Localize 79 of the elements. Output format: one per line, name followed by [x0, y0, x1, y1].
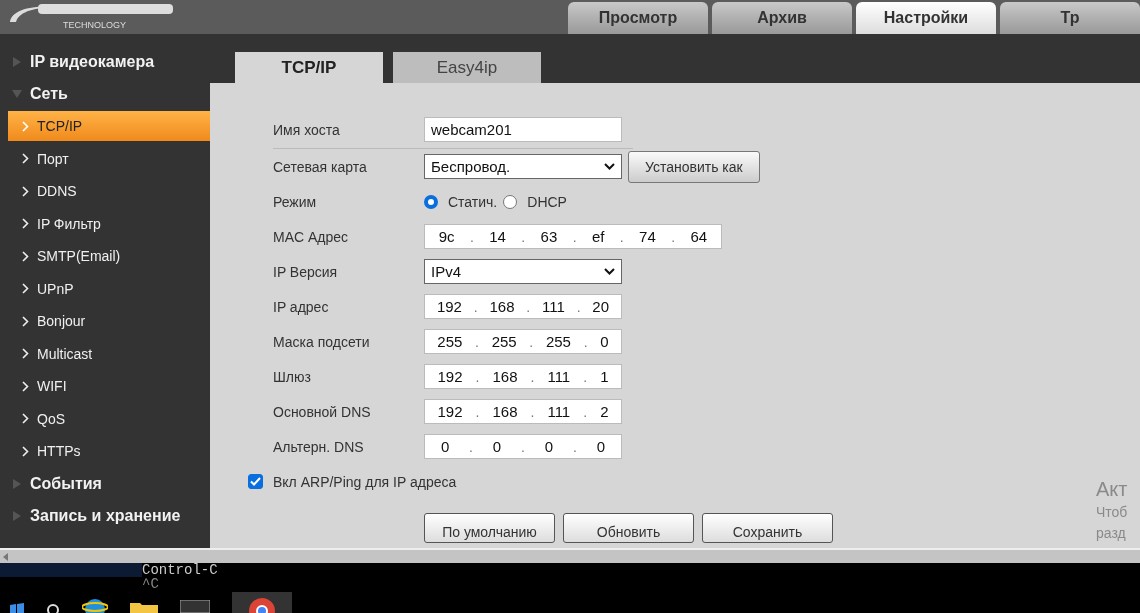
text-field[interactable]: webcam201 [424, 117, 622, 142]
menu-item[interactable]: SMTP(Email) [8, 241, 210, 271]
menu-item[interactable]: TCP/IP [8, 111, 210, 141]
menu-item[interactable]: DDNS [8, 176, 210, 206]
menu-item[interactable]: WIFI [8, 371, 210, 401]
activation-notice-text: Акт [1096, 477, 1129, 502]
menu-item[interactable]: IP Фильтр [8, 208, 210, 239]
menu-section[interactable]: События [0, 467, 210, 500]
menu-item[interactable]: HTTPs [8, 436, 210, 466]
ip-address-field[interactable]: 192 . 168 . 111 . 20 [424, 294, 622, 319]
chevron-right-icon [22, 185, 29, 197]
ip-address-field[interactable]: 255 . 255 . 255 . 0 [424, 329, 622, 354]
field-label: Шлюз [273, 368, 312, 385]
scroll-left-arrow-icon[interactable] [3, 552, 9, 561]
activation-notice-text: Чтоб [1096, 503, 1129, 522]
chevron-right-icon [22, 218, 29, 229]
checkbox-label: Вкл ARP/Ping для IP адреса [273, 473, 457, 490]
menu-item[interactable]: Порт [8, 143, 210, 174]
terminal-icon[interactable] [180, 600, 210, 613]
menu-item[interactable]: Bonjour [8, 306, 210, 336]
terminal-text: Control-C [142, 563, 218, 577]
field-label: IP адрес [273, 298, 330, 315]
chevron-right-icon [22, 315, 29, 327]
expanded-triangle-icon [12, 89, 22, 99]
chevron-right-icon [22, 348, 29, 359]
dropdown[interactable]: Беспровод. [424, 154, 622, 179]
browser-e-icon[interactable] [82, 597, 108, 613]
form-button[interactable]: По умолчанию [424, 513, 555, 543]
activation-notice-text: разд [1096, 524, 1127, 543]
menu-section[interactable]: Сеть [0, 78, 210, 110]
radio-button[interactable] [424, 194, 438, 209]
chevron-right-icon [22, 283, 29, 294]
nav-tab[interactable]: Архив [712, 2, 852, 34]
collapsed-triangle-icon [12, 57, 22, 67]
nav-tab[interactable]: Просмотр [568, 2, 708, 34]
settings-tab[interactable]: Easy4ip [393, 52, 541, 83]
chevron-right-icon [22, 413, 29, 424]
dropdown[interactable]: IPv4 [424, 259, 622, 284]
field-label: Сетевая карта [273, 158, 368, 175]
field-label: IP Версия [273, 263, 339, 280]
field-label: Основной DNS [273, 403, 372, 420]
windows-start-icon[interactable] [10, 603, 24, 613]
chevron-right-icon [22, 380, 29, 392]
radio-label: DHCP [527, 193, 567, 210]
chevron-right-icon [22, 120, 29, 132]
form-button[interactable]: Обновить [563, 513, 694, 543]
checkbox[interactable] [248, 474, 263, 489]
field-label: Альтерн. DNS [273, 438, 365, 455]
menu-item[interactable]: QoS [8, 403, 210, 434]
chevron-right-icon [22, 153, 29, 164]
settings-tab[interactable]: TCP/IP [235, 52, 383, 83]
search-icon[interactable] [46, 603, 60, 613]
folder-icon[interactable] [130, 601, 158, 613]
collapsed-triangle-icon [12, 478, 22, 489]
radio-label: Статич. [448, 193, 498, 210]
terminal-text: ^C [142, 577, 160, 591]
ip-address-field[interactable]: 192 . 168 . 111 . 1 [424, 364, 622, 389]
menu-item[interactable]: UPnP [8, 273, 210, 304]
chevron-right-icon [22, 445, 29, 457]
chevron-right-icon [22, 250, 29, 262]
field-label: Режим [273, 193, 318, 210]
form-button[interactable]: Сохранить [702, 513, 833, 543]
field-label: Маска подсети [273, 333, 371, 350]
ip-address-field[interactable]: 0 . 0 . 0 . 0 [424, 434, 622, 459]
collapsed-triangle-icon [12, 510, 22, 521]
ip-address-field[interactable]: 192 . 168 . 111 . 2 [424, 399, 622, 424]
set-as-button[interactable]: Установить как [628, 150, 760, 183]
field-label: Имя хоста [273, 121, 341, 138]
caret-icon [604, 268, 615, 275]
mac-address-field[interactable]: 9c . 14 . 63 . ef . 74 . 64 [424, 224, 722, 249]
radio-button[interactable] [503, 194, 518, 209]
menu-section[interactable]: IP видеокамера [0, 46, 210, 78]
menu-section[interactable]: Запись и хранение [0, 499, 210, 532]
caret-icon [604, 163, 615, 170]
field-label: MAC Адрес [273, 228, 350, 245]
logo-subtitle: TECHNOLOGY [63, 20, 127, 30]
nav-tab[interactable]: Настройки [856, 2, 996, 34]
nav-tab[interactable]: Тр [1000, 2, 1140, 34]
menu-item[interactable]: Multicast [8, 338, 210, 369]
